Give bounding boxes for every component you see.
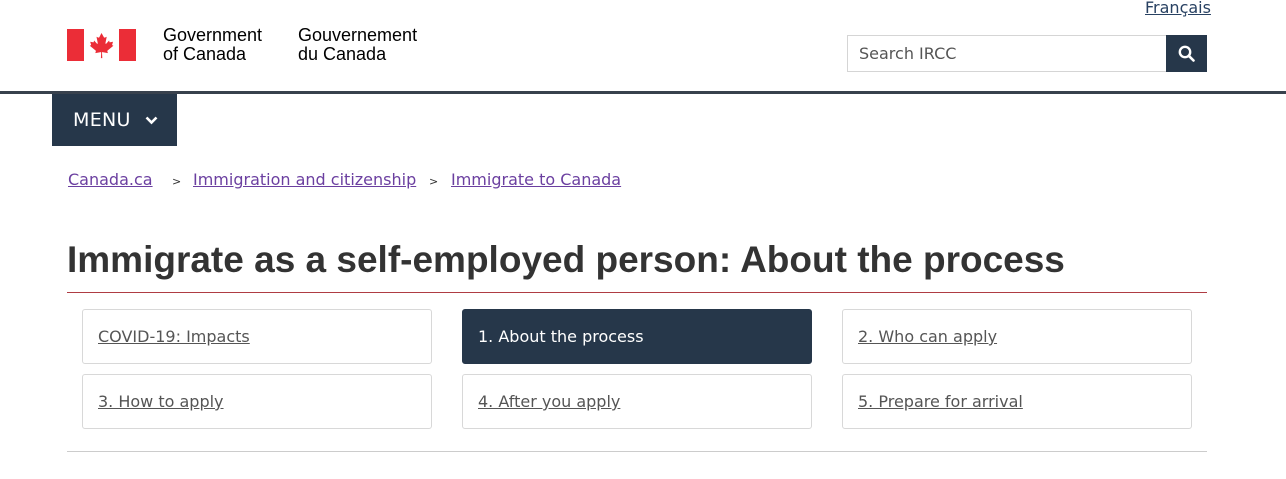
signature-en-line1: Government	[163, 25, 263, 45]
signature-fr-line1: Gouvernement	[298, 25, 418, 45]
search-form	[847, 35, 1207, 72]
signature-fr-line2: du Canada	[298, 44, 387, 64]
step-after-you-apply[interactable]: 4. After you apply	[462, 374, 812, 429]
step-covid-impacts[interactable]: COVID-19: Impacts	[82, 309, 432, 364]
steps-divider	[67, 451, 1207, 452]
step-label: 1. About the process	[478, 327, 644, 346]
breadcrumb-link-immigrate-to-canada[interactable]: Immigrate to Canada	[451, 170, 621, 189]
breadcrumb-separator: >	[429, 175, 439, 188]
step-prepare-for-arrival[interactable]: 5. Prepare for arrival	[842, 374, 1192, 429]
step-how-to-apply[interactable]: 3. How to apply	[82, 374, 432, 429]
government-signature-fr: Gouvernement du Canada	[298, 26, 417, 64]
step-label: 5. Prepare for arrival	[858, 392, 1023, 411]
menu-label: MENU	[73, 109, 131, 131]
menu-button[interactable]: MENU	[52, 94, 177, 146]
step-label: 2. Who can apply	[858, 327, 998, 346]
page-title: Immigrate as a self-employed person: Abo…	[67, 239, 1065, 280]
breadcrumb-link-canada[interactable]: Canada.ca	[68, 170, 153, 189]
header-divider	[0, 91, 1286, 94]
canada-flag-icon	[67, 29, 136, 61]
step-about-process[interactable]: 1. About the process	[462, 309, 812, 364]
search-input[interactable]	[847, 35, 1166, 72]
search-icon	[1178, 45, 1195, 62]
government-signature-en: Government of Canada	[163, 26, 262, 64]
step-who-can-apply[interactable]: 2. Who can apply	[842, 309, 1192, 364]
signature-en-line2: of Canada	[163, 44, 247, 64]
language-toggle-link[interactable]: Français	[1145, 0, 1211, 17]
title-underline	[67, 292, 1207, 293]
breadcrumb-separator: >	[172, 175, 182, 188]
step-label: 3. How to apply	[98, 392, 224, 411]
search-button[interactable]	[1166, 35, 1207, 72]
step-label: 4. After you apply	[478, 392, 621, 411]
chevron-down-icon	[145, 116, 158, 125]
step-label: COVID-19: Impacts	[98, 327, 250, 346]
breadcrumb-link-immigration-citizenship[interactable]: Immigration and citizenship	[193, 170, 416, 189]
